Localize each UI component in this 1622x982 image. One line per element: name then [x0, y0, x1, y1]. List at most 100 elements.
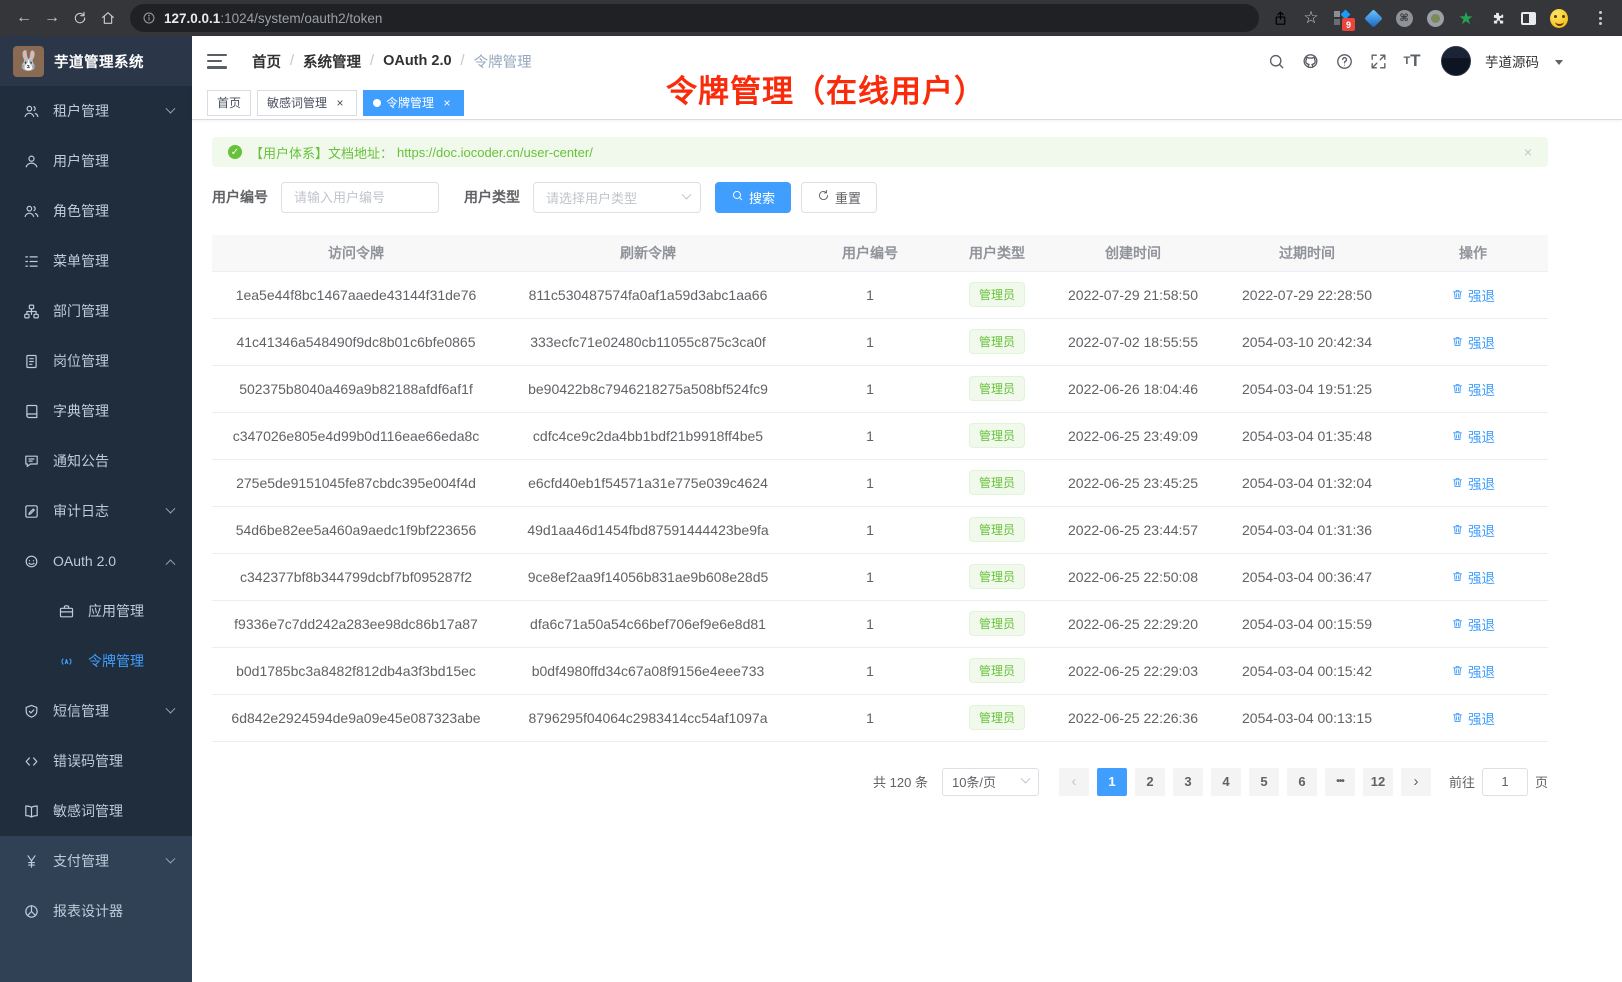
doc-link[interactable]: https://doc.iocoder.cn/user-center/: [397, 145, 593, 160]
sidebar-item-user[interactable]: 用户管理: [0, 136, 192, 186]
breadcrumb-item[interactable]: 首页: [252, 51, 281, 72]
sidebar-item-sensitive[interactable]: 敏感词管理: [0, 786, 192, 836]
page-button-5[interactable]: 5: [1249, 768, 1279, 796]
sidebar-item-errcode[interactable]: 错误码管理: [0, 736, 192, 786]
sidebar-item-label: 令牌管理: [88, 651, 144, 671]
forward-button[interactable]: →: [38, 4, 66, 32]
menu-icon: [23, 253, 40, 270]
tab-active[interactable]: 令牌管理 ×: [363, 90, 464, 116]
sidebar-item-dept[interactable]: 部门管理: [0, 286, 192, 336]
sidebar-item-pay[interactable]: 支付管理: [0, 836, 192, 886]
sidebar-item-dict[interactable]: 字典管理: [0, 386, 192, 436]
sidebar-item-label: 支付管理: [53, 851, 109, 871]
green-star-extension-icon[interactable]: ★: [1457, 9, 1475, 27]
home-button[interactable]: [94, 4, 122, 32]
table-row: 54d6be82ee5a460a9aedc1f9bf22365649d1aa46…: [212, 506, 1548, 553]
force-logout-label: 强退: [1468, 426, 1495, 446]
search-button[interactable]: 搜索: [715, 182, 791, 213]
sidebar-item-notice[interactable]: 通知公告: [0, 436, 192, 486]
site-info-icon[interactable]: [142, 11, 156, 25]
post-icon: [23, 353, 40, 370]
sidebar-toggle-icon[interactable]: [207, 54, 227, 69]
user-avatar[interactable]: [1441, 46, 1471, 76]
force-logout-button[interactable]: 强退: [1451, 520, 1495, 540]
command-extension-icon[interactable]: ⌘: [1395, 9, 1413, 27]
created-time-cell: 2022-06-25 22:50:08: [1050, 553, 1216, 600]
tab-item[interactable]: 敏感词管理×: [257, 90, 357, 116]
gem-extension-icon[interactable]: [1364, 9, 1382, 27]
address-bar[interactable]: 127.0.0.1:1024/system/oauth2/token: [130, 4, 1259, 32]
prev-page-button[interactable]: ‹: [1059, 768, 1089, 796]
sidebar-item-oauth[interactable]: OAuth 2.0: [0, 536, 192, 586]
tab-close-icon[interactable]: ×: [333, 96, 347, 110]
page-button-4[interactable]: 4: [1211, 768, 1241, 796]
tab-label: 令牌管理: [386, 94, 434, 111]
back-button[interactable]: ←: [10, 4, 38, 32]
force-logout-button[interactable]: 强退: [1451, 661, 1495, 681]
force-logout-button[interactable]: 强退: [1451, 708, 1495, 728]
sidebar-item-token[interactable]: 令牌管理: [0, 636, 192, 686]
column-header: 创建时间: [1050, 235, 1216, 271]
chevron-up-icon: [166, 559, 176, 569]
extension-combo-icon[interactable]: 9: [1333, 9, 1351, 27]
user-id-input[interactable]: [281, 182, 439, 213]
sidebar-item-sms[interactable]: 短信管理: [0, 686, 192, 736]
search-icon[interactable]: [1265, 50, 1287, 72]
force-logout-label: 强退: [1468, 520, 1495, 540]
force-logout-button[interactable]: 强退: [1451, 332, 1495, 352]
next-page-button[interactable]: ›: [1401, 768, 1431, 796]
fullscreen-icon[interactable]: [1367, 50, 1389, 72]
user-type-select[interactable]: 请选择用户类型: [533, 182, 701, 213]
page-more-button[interactable]: •••: [1325, 768, 1355, 796]
app-title: 芋道管理系统: [54, 51, 144, 72]
page-size-select[interactable]: 10条/页: [942, 768, 1039, 796]
sidebar-item-report[interactable]: 报表设计器: [0, 886, 192, 936]
github-icon[interactable]: [1299, 50, 1321, 72]
force-logout-button[interactable]: 强退: [1451, 567, 1495, 587]
force-logout-button[interactable]: 强退: [1451, 379, 1495, 399]
reset-button-label: 重置: [835, 188, 861, 207]
user-name[interactable]: 芋道源码: [1485, 51, 1539, 71]
reload-button[interactable]: [66, 4, 94, 32]
force-logout-button[interactable]: 强退: [1451, 473, 1495, 493]
reset-button[interactable]: 重置: [801, 182, 877, 213]
split-screen-icon[interactable]: [1519, 9, 1537, 27]
action-cell: 强退: [1398, 647, 1548, 694]
page-button-3[interactable]: 3: [1173, 768, 1203, 796]
user-caret-down-icon[interactable]: [1555, 60, 1563, 65]
sidebar-item-role[interactable]: 角色管理: [0, 186, 192, 236]
force-logout-button[interactable]: 强退: [1451, 614, 1495, 634]
help-icon[interactable]: [1333, 50, 1355, 72]
sidebar-item-app[interactable]: 应用管理: [0, 586, 192, 636]
force-logout-label: 强退: [1468, 379, 1495, 399]
puzzle-extensions-icon[interactable]: [1488, 9, 1506, 27]
created-time-cell: 2022-06-25 22:29:20: [1050, 600, 1216, 647]
url-path: :1024/system/oauth2/token: [220, 11, 382, 26]
page-button-6[interactable]: 6: [1287, 768, 1317, 796]
sidebar-item-menu[interactable]: 菜单管理: [0, 236, 192, 286]
browser-profile-avatar[interactable]: [1550, 9, 1568, 27]
breadcrumb-item[interactable]: 系统管理: [303, 51, 361, 72]
sidebar-item-post[interactable]: 岗位管理: [0, 336, 192, 386]
page-button-1[interactable]: 1: [1097, 768, 1127, 796]
table-row: b0d1785bc3a8482f812db4a3f3bd15ecb0df4980…: [212, 647, 1548, 694]
page-button-2[interactable]: 2: [1135, 768, 1165, 796]
browser-menu-icon[interactable]: [1593, 11, 1608, 25]
tab-item[interactable]: 首页: [207, 90, 251, 116]
share-icon[interactable]: [1271, 9, 1289, 27]
sidebar-item-audit[interactable]: 审计日志: [0, 486, 192, 536]
trash-icon: [1451, 617, 1464, 630]
font-size-icon[interactable]: TT: [1401, 50, 1423, 72]
page-button-12[interactable]: 12: [1363, 768, 1393, 796]
bookmark-star-icon[interactable]: ☆: [1302, 9, 1320, 27]
alert-close-icon[interactable]: ×: [1524, 144, 1532, 160]
user-type-badge: 管理员: [969, 517, 1025, 542]
user-type-badge: 管理员: [969, 564, 1025, 589]
breadcrumb-item[interactable]: OAuth 2.0: [383, 53, 451, 69]
force-logout-button[interactable]: 强退: [1451, 285, 1495, 305]
sidebar-item-tenant[interactable]: 租户管理: [0, 86, 192, 136]
record-extension-icon[interactable]: [1426, 9, 1444, 27]
tab-close-icon[interactable]: ×: [440, 96, 454, 110]
force-logout-button[interactable]: 强退: [1451, 426, 1495, 446]
goto-page-input[interactable]: [1482, 768, 1528, 796]
